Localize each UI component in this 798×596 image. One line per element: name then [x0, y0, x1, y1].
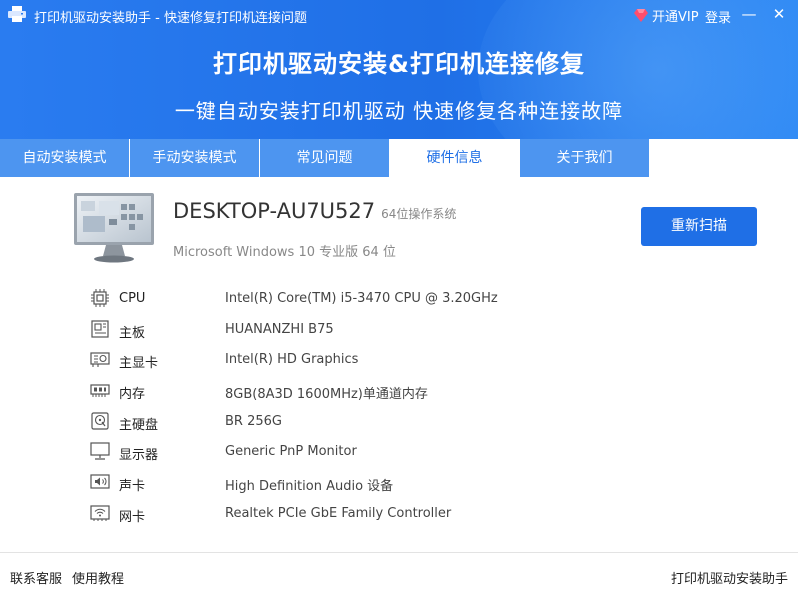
hardware-value: Generic PnP Monitor — [225, 444, 357, 460]
computer-name-text: DESKTOP-AU7U527 — [173, 199, 376, 223]
hardware-row-graphics: 主显卡 Intel(R) HD Graphics — [90, 345, 690, 376]
vip-label: 开通VIP — [652, 10, 699, 25]
hardware-value: High Definition Audio 设备 — [225, 479, 394, 495]
close-button[interactable]: ✕ — [769, 4, 789, 24]
motherboard-icon — [91, 320, 109, 338]
window-title: 打印机驱动安装助手 - 快速修复打印机连接问题 — [34, 11, 307, 26]
cpu-icon — [91, 289, 109, 307]
hardware-row-memory: 内存 8GB(8A3D 1600MHz)单通道内存 — [90, 376, 690, 407]
tab-about-us[interactable]: 关于我们 — [520, 139, 649, 177]
os-version: Microsoft Windows 10 专业版 64 位 — [173, 245, 396, 260]
hardware-label: 主板 — [119, 325, 146, 341]
hardware-label: 主显卡 — [119, 356, 159, 372]
hardware-label: 内存 — [119, 387, 146, 403]
tab-auto-install[interactable]: 自动安装模式 — [0, 139, 129, 177]
printer-app-icon — [8, 6, 26, 22]
mode-tabs: 自动安装模式 手动安装模式 常见问题 硬件信息 关于我们 — [0, 139, 650, 177]
hardware-label: 声卡 — [119, 479, 146, 495]
diamond-icon — [634, 9, 648, 22]
memory-icon — [90, 384, 110, 398]
hardware-value: Intel(R) Core(TM) i5-3470 CPU @ 3.20GHz — [225, 291, 498, 306]
tab-manual-install[interactable]: 手动安装模式 — [130, 139, 259, 177]
tutorial-link[interactable]: 使用教程 — [72, 568, 124, 587]
banner-headline: 打印机驱动安装&打印机连接修复 — [213, 50, 585, 78]
title-bar: 打印机驱动安装助手 - 快速修复打印机连接问题 开通VIP 登录 — ✕ — [0, 0, 798, 30]
hardware-row-disk: 主硬盘 BR 256G — [90, 407, 690, 438]
header-banner: 打印机驱动安装助手 - 快速修复打印机连接问题 开通VIP 登录 — ✕ 打印机… — [0, 0, 798, 139]
hardware-value: HUANANZHI B75 — [225, 321, 334, 337]
graphics-card-icon — [90, 352, 110, 368]
minimize-button[interactable]: — — [739, 4, 759, 24]
footer: 联系客服 使用教程 打印机驱动安装助手 — [0, 553, 798, 596]
rescan-button[interactable]: 重新扫描 — [641, 207, 757, 246]
hardware-row-sound: 声卡 High Definition Audio 设备 — [90, 468, 690, 499]
hardware-value: Intel(R) HD Graphics — [225, 352, 359, 368]
os-bits: 64位操作系统 — [381, 207, 457, 221]
network-card-icon — [90, 505, 110, 521]
sound-card-icon — [90, 474, 110, 489]
hardware-label: 显示器 — [119, 448, 159, 464]
hardware-row-network: 网卡 Realtek PCIe GbE Family Controller — [90, 499, 690, 530]
footer-app-name: 打印机驱动安装助手 — [670, 572, 788, 587]
tab-hardware-info[interactable]: 硬件信息 — [390, 139, 519, 177]
hardware-label: 主硬盘 — [119, 417, 159, 433]
tab-faq[interactable]: 常见问题 — [260, 139, 389, 177]
hardware-value: 8GB(8A3D 1600MHz)单通道内存 — [225, 387, 428, 403]
hardware-label: 网卡 — [119, 509, 146, 525]
computer-name: DESKTOP-AU7U527 64位操作系统 — [173, 199, 456, 223]
hardware-row-cpu: CPU Intel(R) Core(TM) i5-3470 CPU @ 3.20… — [90, 284, 690, 315]
hardware-value: Realtek PCIe GbE Family Controller — [225, 505, 452, 521]
hardware-list: CPU Intel(R) Core(TM) i5-3470 CPU @ 3.20… — [90, 284, 690, 530]
tab-bar-filler — [649, 139, 798, 177]
banner-subline: 一键自动安装打印机驱动 快速修复各种连接故障 — [174, 99, 624, 123]
hardware-row-display: 显示器 Generic PnP Monitor — [90, 437, 690, 468]
hardware-row-motherboard: 主板 HUANANZHI B75 — [90, 315, 690, 346]
monitor-icon — [90, 442, 110, 461]
hard-disk-icon — [91, 412, 109, 430]
hardware-value: BR 256G — [225, 413, 282, 429]
computer-monitor-icon — [74, 193, 154, 263]
contact-support-link[interactable]: 联系客服 — [10, 568, 62, 587]
hardware-label: CPU — [119, 291, 146, 306]
login-button[interactable]: 登录 — [705, 7, 731, 26]
vip-button[interactable]: 开通VIP — [634, 6, 699, 25]
